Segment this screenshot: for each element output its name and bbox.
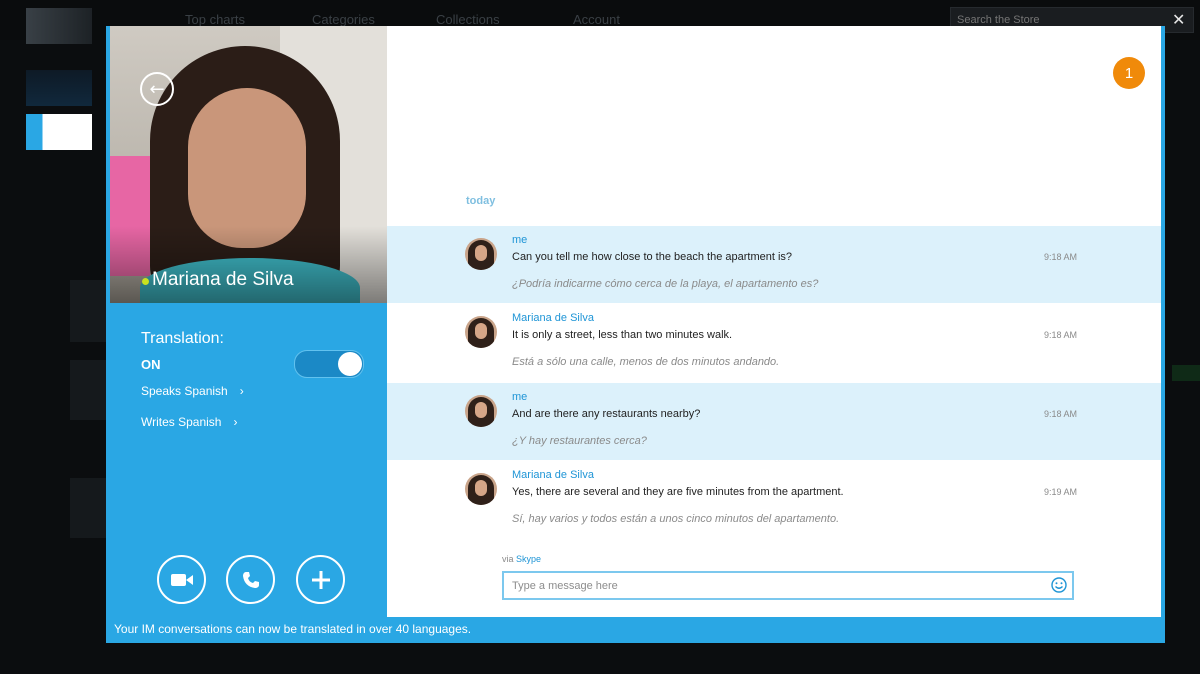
message-input[interactable]: [502, 571, 1074, 600]
message-translation: ¿Y hay restaurantes cerca?: [512, 435, 647, 447]
message-sender: me: [512, 234, 528, 246]
background-tile: [1172, 365, 1200, 381]
via-skype-label: via Skype: [502, 554, 542, 564]
message-time: 9:19 AM: [1043, 487, 1077, 497]
video-call-icon: [170, 573, 193, 586]
video-call-button[interactable]: [157, 555, 206, 604]
writes-language-link[interactable]: Writes Spanish ›: [141, 415, 237, 429]
back-arrow-icon[interactable]: ←: [140, 72, 174, 106]
contact-photo: ← Mariana de Silva: [110, 26, 387, 303]
message-text: Yes, there are several and they are five…: [512, 486, 844, 498]
background-thumbnail: [26, 8, 92, 44]
close-icon[interactable]: ✕: [1172, 10, 1185, 29]
message-text: It is only a street, less than two minut…: [512, 329, 733, 341]
translation-dialog: ← Mariana de Silva Translation: ON Speak…: [106, 26, 1165, 643]
speaks-language-label: Speaks Spanish: [141, 384, 228, 398]
writes-language-label: Writes Spanish: [141, 415, 222, 429]
notification-badge[interactable]: 1: [1113, 57, 1145, 89]
avatar: [465, 395, 497, 427]
avatar: [465, 316, 497, 348]
translation-state: ON: [141, 357, 161, 372]
background-nav-account: Account: [573, 12, 620, 27]
message-sender: Mariana de Silva: [512, 469, 594, 481]
background-nav-top-charts: Top charts: [185, 12, 245, 27]
message-item: me Can you tell me how close to the beac…: [387, 226, 1161, 303]
speaks-language-link[interactable]: Speaks Spanish ›: [141, 384, 244, 398]
background-tile: [70, 478, 106, 538]
message-sender: Mariana de Silva: [512, 312, 594, 324]
message-text: And are there any restaurants nearby?: [512, 408, 701, 420]
background-nav-collections: Collections: [436, 12, 500, 27]
background-nav-categories: Categories: [312, 12, 375, 27]
audio-call-button[interactable]: [226, 555, 275, 604]
chat-panel: 1 today me Can you tell me how close to …: [387, 26, 1161, 617]
background-thumbnail: [26, 114, 92, 150]
footer-banner: Your IM conversations can now be transla…: [114, 622, 472, 636]
avatar: [465, 473, 497, 505]
message-item: me And are there any restaurants nearby?…: [387, 383, 1161, 460]
message-time: 9:18 AM: [1043, 330, 1077, 340]
toggle-knob: [338, 352, 362, 376]
translation-toggle[interactable]: [294, 350, 364, 378]
message-time: 9:18 AM: [1043, 409, 1077, 419]
contact-name: Mariana de Silva: [152, 269, 294, 290]
contact-panel: ← Mariana de Silva Translation: ON Speak…: [110, 26, 387, 617]
message-sender: me: [512, 391, 528, 403]
add-icon: [311, 570, 330, 589]
chevron-right-icon: ›: [239, 384, 244, 398]
background-tile: [70, 360, 106, 420]
message-item: Mariana de Silva It is only a street, le…: [387, 304, 1161, 381]
translation-label: Translation:: [141, 330, 224, 347]
message-translation: Está a sólo una calle, menos de dos minu…: [512, 356, 780, 368]
avatar: [465, 238, 497, 270]
phone-call-icon: [242, 571, 259, 588]
message-translation: Sí, hay varios y todos están a unos cinc…: [512, 513, 840, 525]
message-text: Can you tell me how close to the beach t…: [512, 251, 793, 263]
message-item: Mariana de Silva Yes, there are several …: [387, 461, 1161, 538]
add-button[interactable]: [296, 555, 345, 604]
chevron-right-icon: ›: [233, 415, 238, 429]
emoji-icon[interactable]: [1051, 577, 1067, 593]
background-thumbnail: [26, 70, 92, 106]
background-tile: [70, 280, 106, 342]
date-divider: today: [466, 195, 496, 207]
message-translation: ¿Podría indicarme cómo cerca de la playa…: [512, 278, 819, 290]
message-time: 9:18 AM: [1043, 252, 1077, 262]
